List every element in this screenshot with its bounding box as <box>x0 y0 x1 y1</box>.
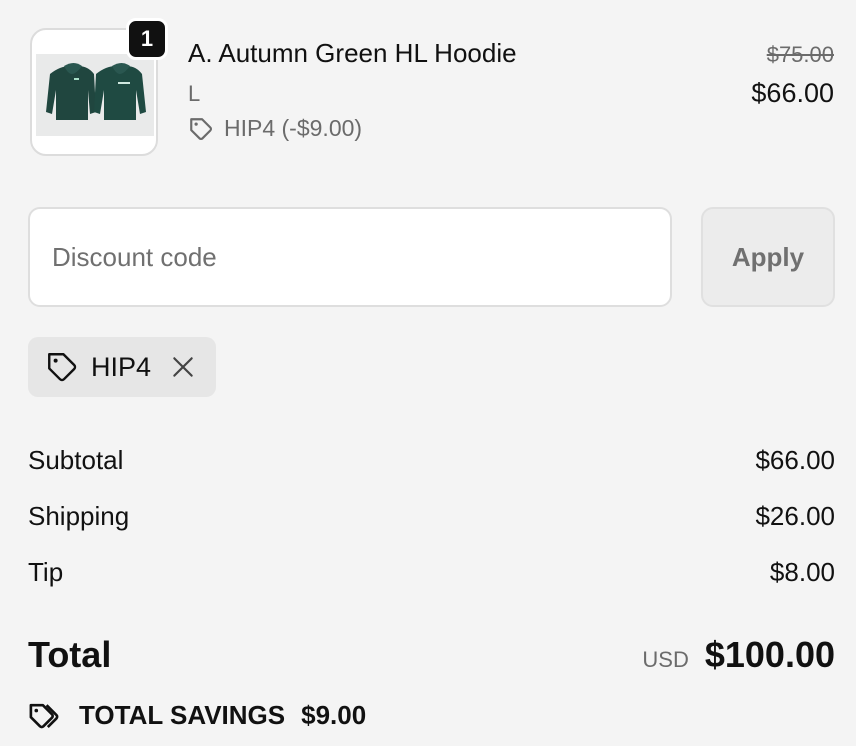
product-variant: L <box>188 81 201 106</box>
current-price: $66.00 <box>751 78 834 108</box>
subtotal-row: Subtotal $66.00 <box>28 445 835 476</box>
product-name: A. Autumn Green HL Hoodie <box>188 38 517 68</box>
total-savings-label: TOTAL SAVINGS <box>79 700 286 730</box>
discount-code-input[interactable] <box>28 207 672 307</box>
total-row: Total USD $100.00 <box>28 634 835 676</box>
tip-value: $8.00 <box>769 557 835 587</box>
product-discount-label: HIP4 (-$9.00) <box>224 115 363 141</box>
applied-discount-code: HIP4 <box>91 351 152 382</box>
shipping-label: Shipping <box>28 501 130 531</box>
original-price: $75.00 <box>766 42 834 67</box>
shipping-value: $26.00 <box>755 501 835 531</box>
subtotal-value: $66.00 <box>755 445 835 475</box>
applied-discount-chip: HIP4 <box>28 337 216 397</box>
subtotal-label: Subtotal <box>28 445 124 475</box>
quantity-badge: 1 <box>126 18 168 60</box>
tags-icon <box>28 701 64 731</box>
tag-icon <box>188 116 214 142</box>
currency-code: USD <box>642 647 689 672</box>
total-savings: TOTAL SAVINGS $9.00 <box>28 700 366 731</box>
total-amount-group: USD $100.00 <box>642 634 835 676</box>
apply-discount-button[interactable]: Apply <box>701 207 835 307</box>
tip-row: Tip $8.00 <box>28 557 835 588</box>
product-discount: HIP4 (-$9.00) <box>188 115 362 142</box>
total-savings-value: $9.00 <box>301 700 367 730</box>
close-icon[interactable] <box>170 354 196 380</box>
total-label: Total <box>28 634 112 675</box>
tip-label: Tip <box>28 557 64 587</box>
shipping-row: Shipping $26.00 <box>28 501 835 532</box>
total-value: $100.00 <box>704 634 835 675</box>
line-item: 1 A. Autumn Green HL Hoodie L HIP4 (-$9.… <box>28 18 836 158</box>
tag-icon <box>45 350 79 384</box>
